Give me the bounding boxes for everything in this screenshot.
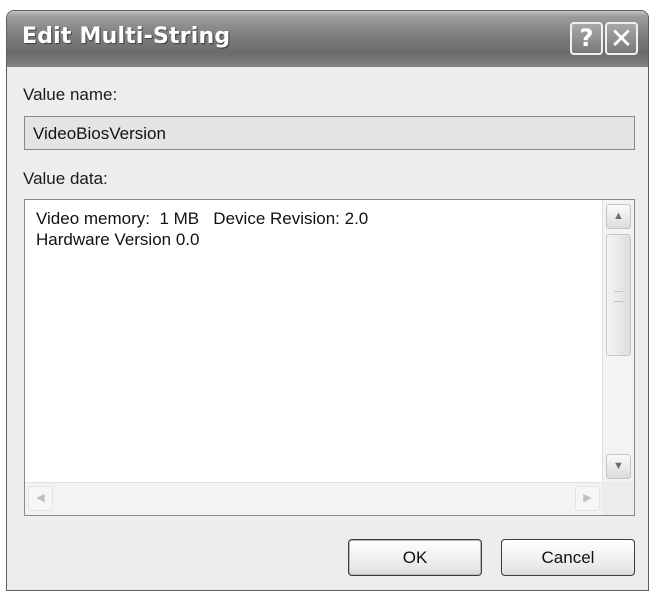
dialog-title: Edit Multi-String: [22, 24, 231, 49]
value-data-textarea[interactable]: Video memory: 1 MB Device Revision: 2.0 …: [24, 199, 635, 516]
vertical-scroll-thumb[interactable]: [606, 234, 631, 356]
scroll-up-icon[interactable]: ▲: [606, 204, 631, 229]
close-icon: ✕: [609, 22, 634, 55]
grip-icon: [614, 291, 623, 302]
ok-button[interactable]: OK: [348, 539, 482, 576]
value-name-field[interactable]: VideoBiosVersion: [24, 116, 635, 150]
edit-multi-string-dialog: Edit Multi-String ? ✕ Value name: VideoB…: [6, 10, 649, 591]
value-data-label: Value data:: [23, 169, 108, 188]
value-data-line: Hardware Version 0.0: [36, 230, 200, 249]
value-data-line: Video memory: 1 MB Device Revision: 2.0: [36, 209, 369, 228]
value-name-label: Value name:: [23, 85, 118, 104]
vertical-scrollbar[interactable]: ▲ ▼: [602, 200, 634, 483]
cancel-button[interactable]: Cancel: [501, 539, 635, 576]
help-button[interactable]: ?: [570, 22, 603, 55]
value-data-text[interactable]: Video memory: 1 MB Device Revision: 2.0 …: [36, 208, 596, 250]
scrollbar-corner: [602, 482, 634, 515]
help-icon: ?: [579, 24, 594, 52]
horizontal-scrollbar[interactable]: ◀ ▶: [25, 482, 603, 515]
scroll-right-icon[interactable]: ▶: [575, 486, 600, 511]
scroll-left-icon[interactable]: ◀: [28, 486, 53, 511]
close-button[interactable]: ✕: [605, 22, 638, 55]
scroll-down-icon[interactable]: ▼: [606, 454, 631, 479]
title-bar[interactable]: Edit Multi-String ? ✕: [7, 11, 648, 67]
